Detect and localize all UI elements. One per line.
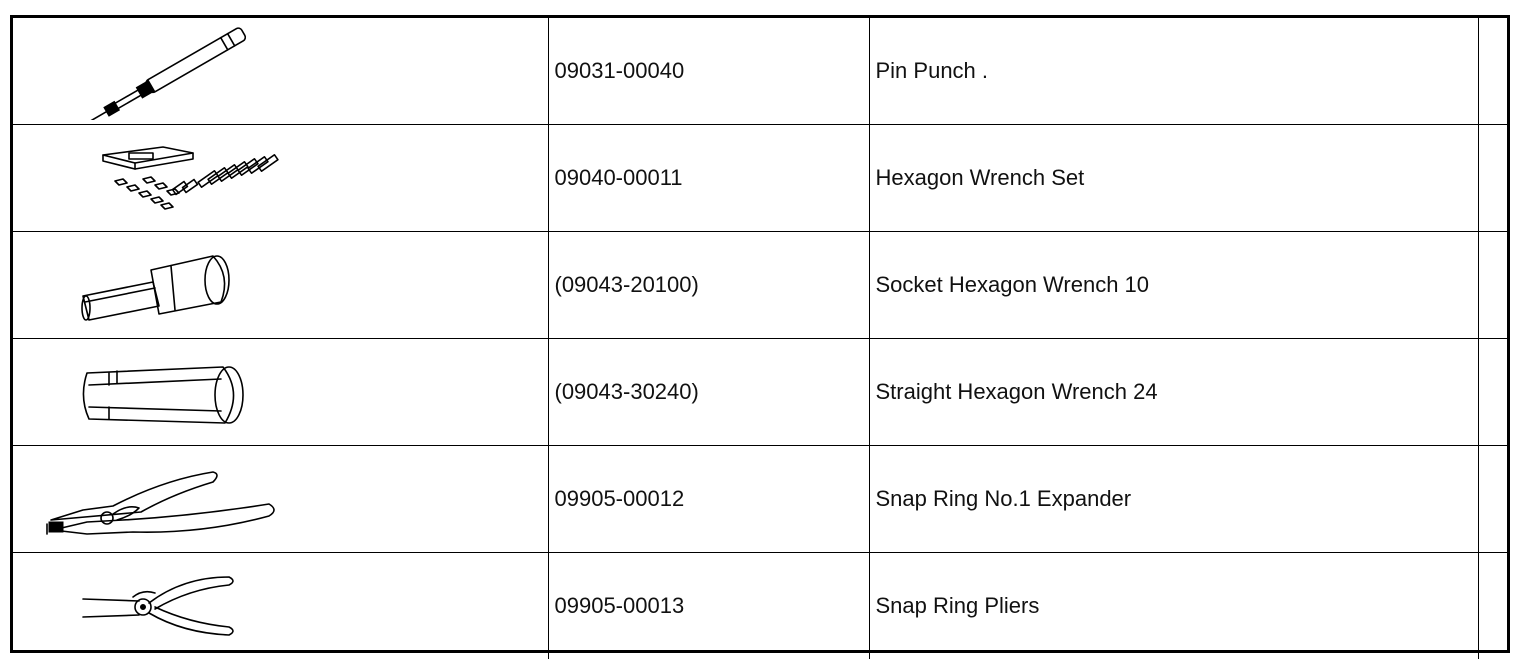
blank-cell xyxy=(1477,231,1510,339)
table-row: 09905-00012 Snap Ring No.1 Expander xyxy=(13,445,1510,553)
table-row: (09043-30240) Straight Hexagon Wrench 24 xyxy=(13,338,1510,446)
tool-name: Straight Hexagon Wrench 24 xyxy=(868,338,1479,446)
tool-name: Hexagon Wrench Set xyxy=(868,124,1479,232)
part-number: 09905-00013 xyxy=(547,552,870,659)
tools-table-frame: 09031-00040 Pin Punch . 09040-00011 Hexa… xyxy=(10,15,1510,659)
snap-ring-pliers-icon xyxy=(82,576,234,636)
blank-cell xyxy=(1477,124,1510,232)
tool-image-cell xyxy=(13,18,549,125)
table-row: (09043-20100) Socket Hexagon Wrench 10 xyxy=(13,231,1510,339)
blank-cell xyxy=(1477,18,1510,125)
tool-image-cell xyxy=(13,552,549,659)
socket-hexagon-wrench-icon xyxy=(81,255,230,321)
part-number: (09043-20100) xyxy=(547,231,870,339)
part-number: 09031-00040 xyxy=(547,18,870,125)
blank-cell xyxy=(1477,552,1510,659)
table-row: 09905-00013 Snap Ring Pliers xyxy=(13,552,1510,659)
straight-hexagon-wrench-icon xyxy=(82,366,244,424)
snap-ring-expander-icon xyxy=(46,471,275,535)
part-number: 09040-00011 xyxy=(547,124,870,232)
tool-name: Snap Ring No.1 Expander xyxy=(868,445,1479,553)
blank-cell xyxy=(1477,338,1510,446)
tool-name: Socket Hexagon Wrench 10 xyxy=(868,231,1479,339)
tool-image-cell xyxy=(13,124,549,232)
special-tools-table: 09031-00040 Pin Punch . 09040-00011 Hexa… xyxy=(13,18,1510,659)
part-number: 09905-00012 xyxy=(547,445,870,553)
tool-image-cell xyxy=(13,231,549,339)
tool-image-cell xyxy=(13,445,549,553)
table-row: 09040-00011 Hexagon Wrench Set xyxy=(13,124,1510,232)
tool-name: Pin Punch . xyxy=(868,18,1479,125)
part-number: (09043-30240) xyxy=(547,338,870,446)
tool-image-cell xyxy=(13,338,549,446)
table-row: 09031-00040 Pin Punch . xyxy=(13,18,1510,125)
pin-punch-icon xyxy=(86,27,247,120)
tool-name: Snap Ring Pliers xyxy=(868,552,1479,659)
hexagon-wrench-set-icon xyxy=(102,146,279,210)
blank-cell xyxy=(1477,445,1510,553)
